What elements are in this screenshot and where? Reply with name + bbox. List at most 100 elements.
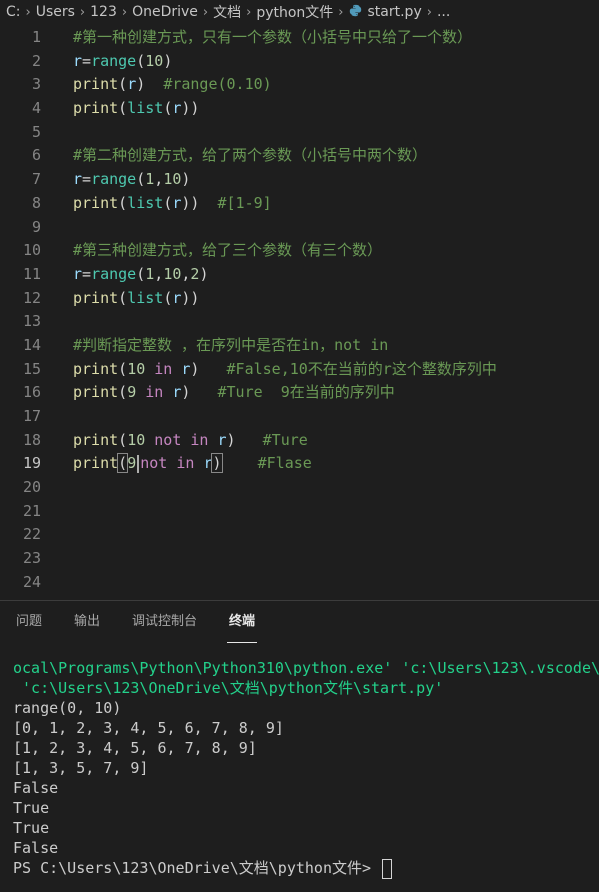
code-text[interactable]: print(9 in r) #Ture 9在当前的序列中	[73, 381, 395, 405]
code-line[interactable]: 17	[0, 405, 599, 429]
terminal-output-line: False	[13, 839, 59, 857]
line-number: 3	[31, 75, 41, 94]
terminal-output-line: range(0, 10)	[13, 699, 122, 717]
line-number: 19	[22, 454, 41, 473]
code-text[interactable]: print(10 in r) #False,10不在当前的r这个整数序列中	[73, 358, 497, 382]
line-number: 20	[22, 478, 41, 497]
tab-problems[interactable]: 问题	[14, 601, 44, 643]
line-number: 24	[22, 572, 41, 591]
line-number: 23	[22, 549, 41, 568]
breadcrumb-documents[interactable]: 文档	[213, 2, 241, 22]
line-number: 8	[31, 193, 41, 212]
chevron-right-icon: ›	[202, 4, 209, 20]
code-line[interactable]: 24	[0, 571, 599, 595]
code-text[interactable]: r=range(1,10,2)	[73, 263, 208, 287]
code-line[interactable]: 11 r=range(1,10,2)	[0, 263, 599, 287]
line-number: 11	[22, 264, 41, 283]
line-number: 15	[22, 359, 41, 378]
terminal-output-line: True	[13, 799, 50, 817]
breadcrumb-python-folder[interactable]: python文件	[256, 2, 333, 22]
code-line[interactable]: 23	[0, 547, 599, 571]
code-line[interactable]: 5	[0, 121, 599, 145]
code-line[interactable]: 16 print(9 in r) #Ture 9在当前的序列中	[0, 381, 599, 405]
code-line[interactable]: 21	[0, 500, 599, 524]
line-number: 12	[22, 288, 41, 307]
terminal-command-line: 'c:\Users\123\OneDrive\文档\python文件\start…	[13, 679, 444, 697]
breadcrumb-drive[interactable]: C:	[6, 4, 21, 20]
code-text[interactable]: print(list(r))	[73, 287, 199, 311]
code-text[interactable]: #第三种创建方式，给了三个参数（有三个数）	[73, 239, 382, 263]
terminal-output-line: [0, 1, 2, 3, 4, 5, 6, 7, 8, 9]	[13, 719, 284, 737]
tab-debug-console[interactable]: 调试控制台	[130, 601, 199, 643]
text-cursor	[137, 454, 140, 473]
breadcrumb-symbol[interactable]: ...	[437, 4, 450, 20]
code-text[interactable]: print(list(r)) #[1-9]	[73, 192, 272, 216]
code-line[interactable]: 15 print(10 in r) #False,10不在当前的r这个整数序列中	[0, 358, 599, 382]
chevron-right-icon: ›	[246, 4, 252, 20]
python-file-icon	[349, 4, 362, 20]
line-number: 9	[31, 217, 41, 236]
code-line[interactable]: 14 #判断指定整数 ，在序列中是否在in，not in	[0, 334, 599, 358]
code-line[interactable]: 8 print(list(r)) #[1-9]	[0, 192, 599, 216]
code-line[interactable]: 13	[0, 310, 599, 334]
code-line-active[interactable]: 19 print(9 not in r) #Flase	[0, 452, 599, 476]
tab-output[interactable]: 输出	[72, 601, 102, 643]
line-number: 4	[31, 99, 41, 118]
tab-terminal[interactable]: 终端	[227, 601, 258, 643]
code-line[interactable]: 6 #第二种创建方式，给了两个参数（小括号中两个数）	[0, 144, 599, 168]
code-line[interactable]: 4 print(list(r))	[0, 97, 599, 121]
terminal-output-line: True	[13, 819, 50, 837]
line-number: 13	[22, 312, 41, 331]
code-line[interactable]: 7 r=range(1,10)	[0, 168, 599, 192]
line-number: 7	[31, 170, 41, 189]
code-line[interactable]: 22	[0, 523, 599, 547]
breadcrumb-onedrive[interactable]: OneDrive	[132, 4, 198, 20]
code-editor[interactable]: 1 #第一种创建方式，只有一个参数（小括号中只给了一个数） 2 r=range(…	[0, 26, 599, 600]
terminal-output-line: [1, 3, 5, 7, 9]	[13, 759, 149, 777]
terminal-output-line: False	[13, 779, 59, 797]
line-number: 5	[31, 122, 41, 141]
chevron-right-icon: ›	[338, 4, 344, 20]
code-text[interactable]: print(list(r))	[73, 97, 199, 121]
breadcrumb-file[interactable]: start.py	[368, 4, 422, 20]
terminal-cursor	[382, 858, 393, 879]
line-number: 6	[31, 146, 41, 165]
code-text[interactable]: #第二种创建方式，给了两个参数（小括号中两个数）	[73, 144, 427, 168]
chevron-right-icon: ›	[79, 4, 86, 20]
terminal-command-line: ocal\Programs\Python\Python310\python.ex…	[13, 659, 599, 677]
code-line[interactable]: 2 r=range(10)	[0, 50, 599, 74]
code-text[interactable]: print(9 not in r) #Flase	[73, 452, 312, 476]
line-number: 17	[22, 407, 41, 425]
code-line[interactable]: 10 #第三种创建方式，给了三个参数（有三个数）	[0, 239, 599, 263]
code-line[interactable]: 9	[0, 216, 599, 240]
code-text[interactable]: #判断指定整数 ，在序列中是否在in，not in	[73, 334, 388, 358]
panel-tabs: 问题 输出 调试控制台 终端	[0, 601, 599, 643]
code-line[interactable]: 18 print(10 not in r) #Ture	[0, 429, 599, 453]
terminal-prompt: PS C:\Users\123\OneDrive\文档\python文件>	[13, 859, 381, 877]
line-number: 18	[22, 430, 41, 449]
line-number: 1	[31, 28, 41, 46]
line-number: 16	[22, 383, 41, 402]
chevron-right-icon: ›	[25, 4, 31, 20]
line-number: 22	[22, 525, 41, 544]
code-text[interactable]: r=range(10)	[73, 50, 172, 74]
code-line[interactable]: 3 print(r) #range(0.10)	[0, 73, 599, 97]
terminal-prompt-line[interactable]: PS C:\Users\123\OneDrive\文档\python文件>	[13, 858, 599, 879]
breadcrumb-users[interactable]: Users	[36, 4, 75, 20]
code-text[interactable]: r=range(1,10)	[73, 168, 190, 192]
code-text[interactable]: #第一种创建方式，只有一个参数（小括号中只给了一个数）	[73, 26, 472, 50]
terminal-output-line: [1, 2, 3, 4, 5, 6, 7, 8, 9]	[13, 739, 257, 757]
code-text[interactable]: print(10 not in r) #Ture	[73, 429, 308, 453]
breadcrumb: C: › Users › 123 › OneDrive › 文档 › pytho…	[0, 0, 599, 24]
chevron-right-icon: ›	[426, 4, 432, 20]
line-number: 10	[22, 241, 41, 260]
code-text[interactable]: print(r) #range(0.10)	[73, 73, 272, 97]
line-number: 14	[22, 335, 41, 354]
code-line[interactable]: 1 #第一种创建方式，只有一个参数（小括号中只给了一个数）	[0, 26, 599, 50]
chevron-right-icon: ›	[121, 4, 128, 20]
code-line[interactable]: 20	[0, 476, 599, 500]
code-line[interactable]: 12 print(list(r))	[0, 287, 599, 311]
breadcrumb-user-folder[interactable]: 123	[90, 4, 117, 20]
terminal[interactable]: ocal\Programs\Python\Python310\python.ex…	[13, 658, 599, 879]
line-number: 21	[22, 501, 41, 520]
